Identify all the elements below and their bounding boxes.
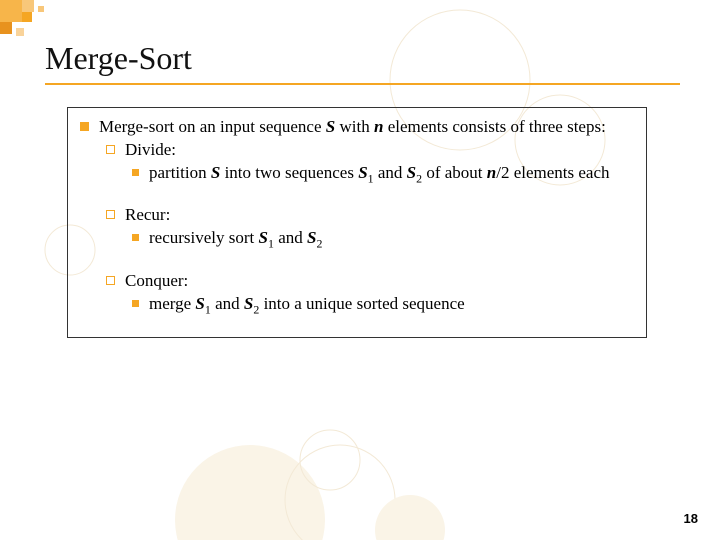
- divide-label-row: Divide:: [106, 139, 634, 162]
- title-underline: [45, 83, 680, 85]
- intro-line: Merge-sort on an input sequence S with n…: [80, 116, 634, 139]
- recur-detail: recursively sort S1 and S2: [149, 227, 322, 251]
- bullet-small-icon: [132, 169, 139, 176]
- bullet-hollow-icon: [106, 276, 115, 285]
- recur-label-row: Recur:: [106, 204, 634, 227]
- recur-detail-row: recursively sort S1 and S2: [132, 227, 634, 251]
- intro-text: Merge-sort on an input sequence S with n…: [99, 116, 606, 139]
- divide-label: Divide:: [125, 139, 176, 162]
- conquer-label-row: Conquer:: [106, 270, 634, 293]
- divide-detail-row: partition S into two sequences S1 and S2…: [132, 162, 634, 186]
- conquer-detail: merge S1 and S2 into a unique sorted seq…: [149, 293, 465, 317]
- bullet-square-icon: [80, 122, 89, 131]
- slide-title: Merge-Sort: [45, 40, 690, 77]
- bullet-hollow-icon: [106, 210, 115, 219]
- bullet-small-icon: [132, 234, 139, 241]
- recur-label: Recur:: [125, 204, 170, 227]
- bullet-small-icon: [132, 300, 139, 307]
- conquer-label: Conquer:: [125, 270, 188, 293]
- conquer-detail-row: merge S1 and S2 into a unique sorted seq…: [132, 293, 634, 317]
- page-number: 18: [684, 511, 698, 526]
- content-box: Merge-sort on an input sequence S with n…: [67, 107, 647, 338]
- bullet-hollow-icon: [106, 145, 115, 154]
- divide-detail: partition S into two sequences S1 and S2…: [149, 162, 610, 186]
- slide: Merge-Sort Merge-sort on an input sequen…: [0, 0, 720, 540]
